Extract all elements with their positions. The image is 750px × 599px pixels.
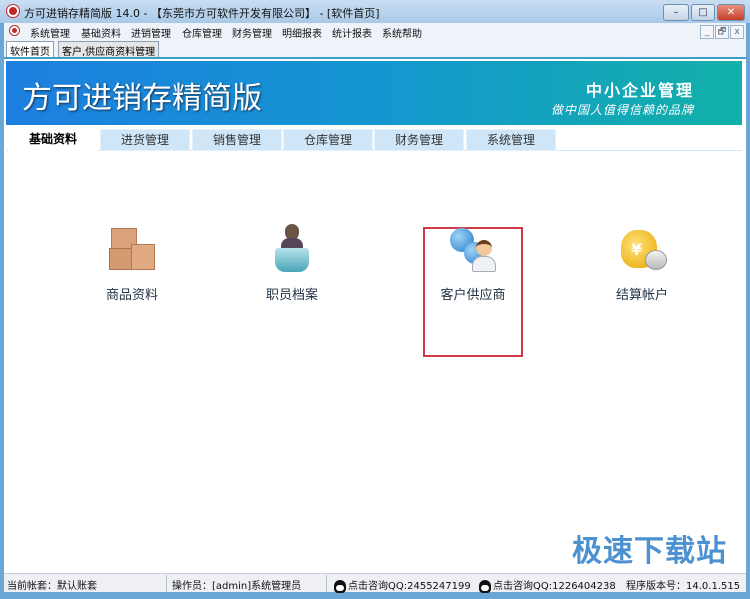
divider: [326, 575, 327, 592]
tile-products[interactable]: 商品资料: [82, 224, 182, 303]
maximize-button[interactable]: □: [691, 4, 715, 21]
doc-tab-home[interactable]: 软件首页: [6, 41, 54, 58]
tab-basic-data[interactable]: 基础资料: [8, 129, 98, 151]
app-logo-icon: [7, 5, 19, 17]
menu-detail-reports[interactable]: 明细报表: [282, 25, 322, 40]
tab-system[interactable]: 系统管理: [466, 129, 556, 151]
divider: [166, 575, 167, 592]
menu-system[interactable]: 系统管理: [30, 25, 70, 40]
status-version: 程序版本号：14.0.1.515: [626, 581, 741, 592]
mdi-logo-icon: [10, 26, 19, 35]
banner-title: 方可进销存精简版: [22, 81, 262, 116]
window-title: 方可进销存精简版 14.0 - 【东莞市方可软件开发有限公司】 - [软件首页]: [24, 7, 380, 20]
watermark: 极速下载站: [572, 534, 727, 569]
banner-right-title: 中小企业管理: [585, 81, 694, 100]
tile-label: 客户供应商: [440, 288, 506, 303]
minimize-button[interactable]: –: [663, 4, 689, 21]
tile-label: 职员档案: [265, 288, 318, 303]
module-tabs: 基础资料 进货管理 销售管理 仓库管理 财务管理 系统管理: [6, 127, 742, 151]
menu-help[interactable]: 系统帮助: [382, 25, 422, 40]
menu-stat-reports[interactable]: 统计报表: [332, 25, 372, 40]
banner-slogan: 做中国人值得信赖的品牌: [550, 103, 694, 117]
banner: 方可进销存精简版 中小企业管理 做中国人值得信赖的品牌: [6, 61, 742, 125]
mdi-close-button[interactable]: x: [730, 25, 744, 39]
mdi-minimize-button[interactable]: _: [700, 25, 714, 39]
tab-finance[interactable]: 财务管理: [374, 129, 464, 151]
status-bar: 当前帐套：默认账套 操作员：[admin]系统管理员 点击咨询QQ:245524…: [4, 573, 746, 593]
staff-icon: [267, 224, 317, 274]
close-button[interactable]: ✕: [717, 4, 745, 21]
mdi-restore-button[interactable]: 🗗: [715, 25, 729, 39]
tab-sales[interactable]: 销售管理: [192, 129, 282, 151]
title-bar: 方可进销存精简版 14.0 - 【东莞市方可软件开发有限公司】 - [软件首页]…: [0, 0, 750, 23]
status-account: 当前帐套：默认账套: [7, 581, 97, 592]
qq-contact-1[interactable]: 点击咨询QQ:2455247199: [334, 577, 471, 593]
document-tabs: 软件首页 客户,供应商资料管理: [4, 40, 746, 58]
tab-purchase[interactable]: 进货管理: [100, 129, 190, 151]
tile-settlement-account[interactable]: ¥ 结算帐户: [592, 224, 692, 303]
qq-penguin-icon: [479, 579, 491, 593]
status-operator: 操作员：[admin]系统管理员: [172, 581, 302, 592]
customer-supplier-icon: [448, 224, 498, 274]
tab-warehouse[interactable]: 仓库管理: [283, 129, 373, 151]
menu-basic-data[interactable]: 基础资料: [81, 25, 121, 40]
tile-staff[interactable]: 职员档案: [242, 224, 342, 303]
tile-label: 结算帐户: [615, 288, 668, 303]
doc-tab-customer-supplier[interactable]: 客户,供应商资料管理: [58, 41, 160, 58]
qq-contact-1-text: 点击咨询QQ:2455247199: [348, 581, 471, 592]
money-bag-icon: ¥: [617, 224, 667, 274]
qq-contact-2-text: 点击咨询QQ:1226404238: [493, 581, 616, 592]
tile-customer-supplier[interactable]: 客户供应商: [423, 224, 523, 303]
qq-penguin-icon: [334, 579, 346, 593]
qq-contact-2[interactable]: 点击咨询QQ:1226404238: [479, 577, 616, 593]
tile-label: 商品资料: [105, 288, 158, 303]
menu-bar: 系统管理 基础资料 进销管理 仓库管理 财务管理 明细报表 统计报表 系统帮助 …: [4, 23, 746, 40]
menu-finance[interactable]: 财务管理: [232, 25, 272, 40]
boxes-icon: [107, 224, 157, 274]
menu-warehouse[interactable]: 仓库管理: [182, 25, 222, 40]
main-panel: 方可进销存精简版 中小企业管理 做中国人值得信赖的品牌 基础资料 进货管理 销售…: [4, 57, 746, 573]
menu-purchase-sales[interactable]: 进销管理: [131, 25, 171, 40]
